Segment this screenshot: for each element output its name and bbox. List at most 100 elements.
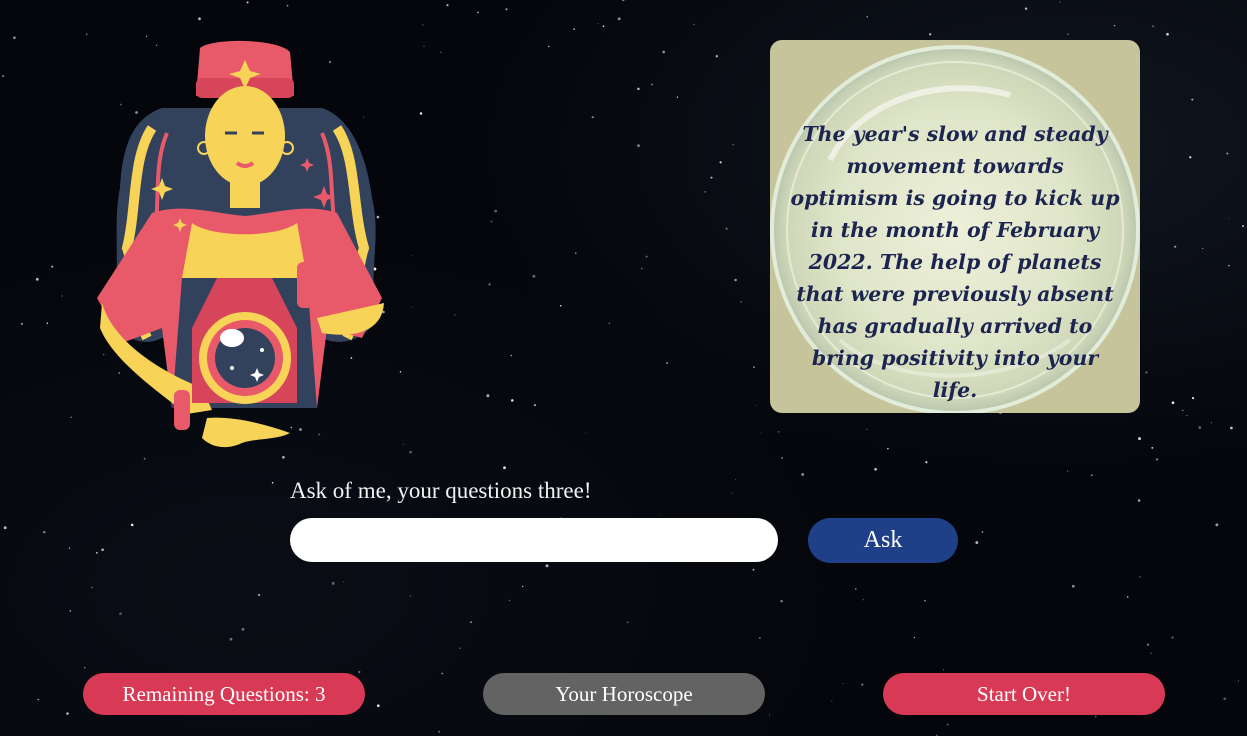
star (511, 399, 514, 402)
star (246, 1, 249, 4)
star (942, 669, 944, 671)
star (874, 467, 877, 471)
star (271, 481, 274, 484)
star (1191, 98, 1194, 101)
remaining-questions-button[interactable]: Remaining Questions: 3 (83, 673, 365, 715)
star (734, 278, 737, 282)
star (409, 451, 412, 454)
star (637, 87, 640, 91)
star (1150, 652, 1152, 654)
star (1146, 643, 1150, 646)
star (1182, 409, 1184, 411)
star (608, 322, 610, 324)
star (532, 274, 536, 278)
star (715, 55, 718, 58)
star (286, 4, 289, 7)
star (46, 322, 49, 324)
star (1242, 225, 1244, 228)
star (2, 75, 4, 77)
start-over-button[interactable]: Start Over! (883, 673, 1165, 715)
star (1228, 264, 1230, 267)
star (20, 322, 23, 325)
star (626, 621, 629, 623)
star (119, 612, 122, 616)
star (145, 35, 148, 38)
star (777, 431, 780, 433)
star (241, 627, 245, 631)
star (658, 513, 660, 515)
star (637, 144, 640, 148)
star (477, 11, 479, 14)
star (1113, 24, 1116, 27)
star (61, 295, 63, 297)
star (1166, 32, 1169, 36)
star (446, 4, 449, 7)
star (1151, 446, 1154, 449)
star (755, 404, 757, 406)
fortune-answer-text: The year's slow and steady movement towa… (790, 122, 1120, 402)
star (409, 595, 412, 597)
star (505, 8, 508, 11)
star (130, 523, 134, 527)
star (925, 461, 928, 464)
star (503, 466, 506, 470)
star (1095, 715, 1097, 718)
star (84, 667, 86, 669)
star (975, 541, 979, 544)
star (693, 23, 695, 26)
star (735, 478, 736, 480)
star (13, 36, 16, 39)
star (666, 362, 668, 364)
star (1137, 499, 1141, 502)
star (70, 416, 72, 418)
star (731, 492, 733, 494)
star (710, 176, 713, 179)
star (1210, 422, 1212, 424)
star (490, 220, 493, 223)
star (1228, 217, 1230, 219)
star (602, 25, 605, 28)
star (486, 394, 490, 398)
star (459, 647, 461, 649)
star (411, 306, 413, 308)
star (1174, 245, 1177, 248)
star (1090, 474, 1093, 477)
star (1126, 596, 1129, 598)
star (1066, 470, 1069, 472)
star (769, 714, 771, 716)
star (533, 404, 537, 407)
your-horoscope-button[interactable]: Your Horoscope (483, 673, 765, 715)
star (645, 255, 648, 258)
star (1186, 415, 1188, 417)
fortune-teller-illustration (97, 40, 384, 448)
star (946, 723, 949, 726)
star (3, 526, 7, 530)
star (861, 683, 864, 686)
star (423, 45, 425, 48)
star (780, 600, 783, 603)
question-input[interactable] (290, 518, 778, 562)
star (662, 50, 666, 54)
star (331, 581, 335, 585)
star (855, 588, 857, 590)
star (575, 252, 577, 254)
star (1145, 371, 1148, 374)
star (676, 96, 679, 98)
star (924, 599, 926, 602)
ask-button[interactable]: Ask (808, 518, 958, 563)
star (1067, 33, 1069, 36)
star (548, 45, 550, 48)
star (51, 265, 54, 268)
star (981, 531, 984, 533)
star (617, 17, 621, 21)
star (887, 447, 889, 450)
star (732, 144, 734, 146)
star (376, 704, 380, 708)
star (781, 457, 783, 459)
star (1171, 401, 1175, 405)
star (1059, 1, 1061, 3)
star (929, 33, 932, 36)
star (597, 23, 599, 25)
star (862, 598, 865, 601)
star (441, 672, 444, 675)
